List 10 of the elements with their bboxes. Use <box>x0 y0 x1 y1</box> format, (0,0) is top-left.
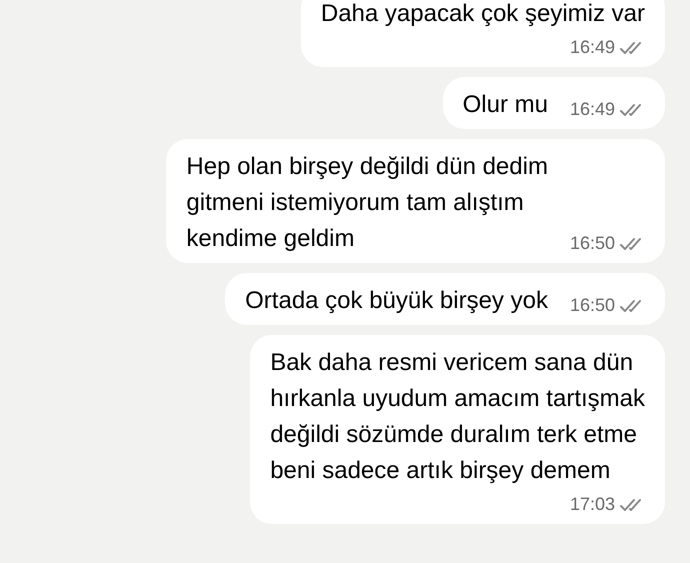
message-text: Olur mu <box>462 90 548 120</box>
message-time: 16:50 <box>570 232 615 255</box>
message-time: 17:03 <box>570 493 615 516</box>
message-text: Bak daha resmi vericem sana dün hırkanla uyudum amacım tartışmak değildi sözümde duralım terk etme beni sadece artık birşey demem <box>270 348 645 486</box>
message-text: Ortada çok büyük birşey yok <box>245 286 548 316</box>
message-time: 16:49 <box>570 36 615 59</box>
message-time: 16:49 <box>570 98 615 121</box>
message-text: Daha yapacak çok şeyimiz var <box>320 0 645 29</box>
message-time: 16:50 <box>570 294 615 317</box>
message-text: Hep olan birşey değildi dün dedim gitmeni istemiyorum tam alıştım kendime geldim <box>186 152 548 254</box>
